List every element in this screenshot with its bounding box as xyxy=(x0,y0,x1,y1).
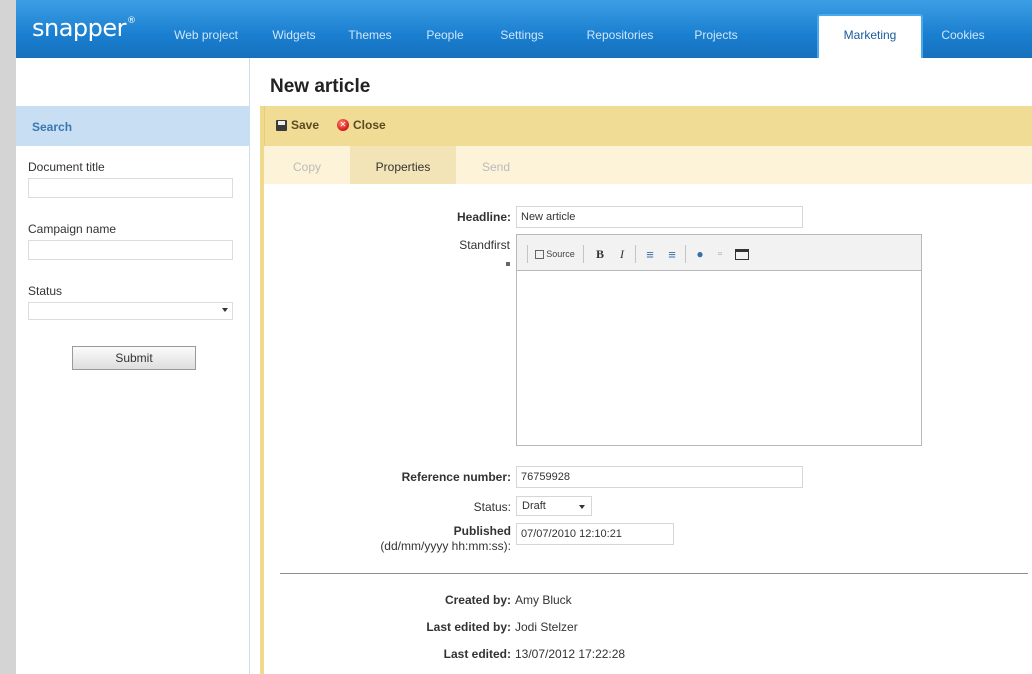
numbered-list-icon[interactable]: ≡ xyxy=(641,246,659,262)
created-by-label: Created by: xyxy=(444,593,511,607)
nav-tab-people[interactable]: People xyxy=(408,14,482,58)
save-button[interactable]: Save xyxy=(276,118,319,132)
published-input[interactable] xyxy=(516,523,674,545)
floppy-disk-icon xyxy=(276,119,287,131)
created-by-value: Amy Bluck xyxy=(515,593,572,607)
snapper-logo[interactable]: snapper® xyxy=(32,14,136,42)
search-header: Search xyxy=(16,106,250,146)
status-label: Status xyxy=(28,284,63,298)
last-edited-by-value: Jodi Stelzer xyxy=(515,620,578,634)
toolbar-separator xyxy=(583,245,584,263)
tab-properties[interactable]: Properties xyxy=(350,146,456,184)
reference-number-label: Reference number: xyxy=(401,470,511,484)
close-button[interactable]: ✕ Close xyxy=(337,118,386,132)
article-status-value: Draft xyxy=(522,500,546,512)
bold-button[interactable]: B xyxy=(591,246,609,262)
toolbar-separator xyxy=(685,245,686,263)
source-label: Source xyxy=(546,249,575,259)
italic-button[interactable]: I xyxy=(613,246,631,262)
bulleted-list-icon[interactable]: ≡ xyxy=(663,246,681,262)
search-panel: Search Document title Campaign name Stat… xyxy=(16,58,250,674)
source-button[interactable]: Source xyxy=(531,246,579,262)
headline-input[interactable] xyxy=(516,206,803,228)
maximize-icon[interactable] xyxy=(733,246,751,262)
action-toolbar: Save ✕ Close xyxy=(264,106,1032,146)
last-edited-by-label: Last edited by: xyxy=(426,620,511,634)
last-edited-value: 13/07/2012 17:22:28 xyxy=(515,647,626,661)
editor-toolbar: Source B I ≡ ≡ ● ▫ xyxy=(517,235,921,271)
submit-button[interactable]: Submit xyxy=(72,346,196,370)
unlink-icon[interactable]: ▫ xyxy=(711,246,729,262)
published-format-hint: (dd/mm/yyyy hh:mm:ss): xyxy=(380,539,511,553)
nav-tab-settings[interactable]: Settings xyxy=(482,14,562,58)
close-circle-icon: ✕ xyxy=(337,119,349,131)
main-content: New article Save ✕ Close Copy Properties… xyxy=(250,58,1032,674)
save-label: Save xyxy=(291,118,320,132)
source-icon xyxy=(535,249,545,259)
toolbar-separator xyxy=(635,245,636,263)
status-select[interactable] xyxy=(28,302,233,320)
tab-copy[interactable]: Copy xyxy=(264,146,350,184)
last-edited-label: Last edited: xyxy=(443,647,511,661)
campaign-name-input[interactable] xyxy=(28,240,233,260)
nav-tab-widgets[interactable]: Widgets xyxy=(256,14,332,58)
article-tabs: Copy Properties Send xyxy=(264,146,1032,184)
divider xyxy=(280,573,1028,574)
top-nav-bar: snapper® Web project Widgets Themes Peop… xyxy=(16,0,1032,58)
reference-number-input[interactable] xyxy=(516,466,803,488)
page-title: New article xyxy=(270,76,371,97)
toolbar-separator xyxy=(527,245,528,263)
panel-border xyxy=(260,106,264,674)
document-title-input[interactable] xyxy=(28,178,233,198)
nav-tab-themes[interactable]: Themes xyxy=(332,14,408,58)
article-status-select[interactable]: Draft xyxy=(516,496,592,516)
published-label: Published xyxy=(453,524,511,538)
nav-tab-cookies[interactable]: Cookies xyxy=(923,14,1003,58)
editor-collapse-handle[interactable] xyxy=(506,262,510,266)
document-title-label: Document title xyxy=(28,160,105,174)
nav-tab-repositories[interactable]: Repositories xyxy=(562,14,678,58)
standfirst-editor[interactable]: Source B I ≡ ≡ ● ▫ xyxy=(516,234,922,446)
campaign-name-label: Campaign name xyxy=(28,222,117,236)
close-label: Close xyxy=(353,118,386,132)
headline-label: Headline: xyxy=(456,210,511,224)
link-icon[interactable]: ● xyxy=(691,246,709,262)
chevron-down-icon xyxy=(579,505,585,509)
nav-tab-projects[interactable]: Projects xyxy=(678,14,754,58)
nav-tab-web-project[interactable]: Web project xyxy=(156,14,256,58)
chevron-down-icon xyxy=(222,308,228,312)
article-status-label: Status: xyxy=(473,500,511,514)
standfirst-label: Standfirst xyxy=(459,238,510,252)
tab-send[interactable]: Send xyxy=(456,146,536,184)
nav-tab-marketing[interactable]: Marketing xyxy=(817,14,923,58)
